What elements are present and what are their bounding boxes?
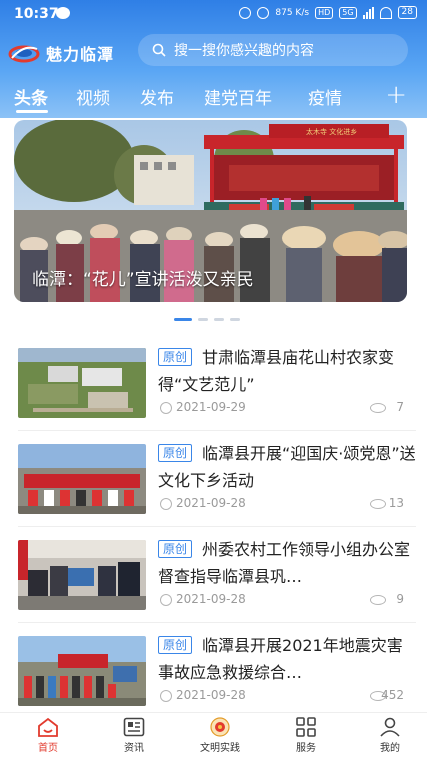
tab-publish[interactable]: 发布 bbox=[140, 84, 174, 109]
status-bar: 10:37 875 K/s HD 5G 28 bbox=[0, 0, 427, 30]
news-meta: 2021-09-28 452 bbox=[158, 688, 404, 704]
message-icon bbox=[56, 7, 70, 19]
mute-icon bbox=[257, 6, 270, 19]
search-bar[interactable]: 搜一搜你感兴趣的内容 bbox=[138, 34, 408, 66]
home-icon bbox=[37, 717, 59, 737]
divider bbox=[18, 622, 416, 623]
carousel-indicator bbox=[174, 318, 240, 321]
wifi-icon bbox=[379, 6, 392, 19]
nav-services-label: 服务 bbox=[296, 743, 316, 754]
headline-banner[interactable]: 太木寺 文化进乡 临潭：“花儿”宣讲活泼又亲民 bbox=[14, 120, 407, 302]
grid-icon bbox=[295, 717, 317, 737]
news-date: 2021-09-28 bbox=[176, 592, 246, 606]
views-icon bbox=[370, 403, 386, 413]
signal-icon bbox=[362, 6, 374, 19]
civilization-icon bbox=[209, 717, 231, 737]
news-item[interactable]: 原创 州委农村工作领导小组办公室督查指导临潭县巩… 2021-09-28 9 bbox=[0, 530, 427, 628]
nav-home[interactable]: 首页 bbox=[18, 717, 78, 754]
news-icon bbox=[123, 717, 145, 737]
add-tab-button[interactable]: + bbox=[385, 80, 407, 110]
tab-video[interactable]: 视频 bbox=[76, 84, 110, 109]
nav-profile-label: 我的 bbox=[380, 743, 400, 754]
nav-services[interactable]: 服务 bbox=[276, 717, 336, 754]
original-badge: 原创 bbox=[158, 636, 193, 654]
news-meta: 2021-09-28 13 bbox=[158, 496, 404, 512]
news-title: 原创 临潭县开展“迎国庆·颂党恩”送文化下乡活动 bbox=[158, 440, 416, 494]
nav-news[interactable]: 资讯 bbox=[104, 717, 164, 754]
news-thumbnail bbox=[18, 444, 146, 514]
news-title-text: 州委农村工作领导小组办公室督查指导临潭县巩… bbox=[158, 540, 411, 586]
news-title: 原创 临潭县开展2021年地震灾害事故应急救援综合… bbox=[158, 632, 416, 686]
nav-civilization[interactable]: 文明实践 bbox=[190, 717, 250, 754]
news-date: 2021-09-29 bbox=[176, 400, 246, 414]
app-name: 魅力临潭 bbox=[46, 45, 115, 64]
status-icons: 875 K/s HD 5G 28 bbox=[239, 6, 417, 19]
nav-profile[interactable]: 我的 bbox=[360, 717, 420, 754]
nav-civilization-label: 文明实践 bbox=[200, 743, 240, 754]
news-title-text: 临潭县开展2021年地震灾害事故应急救援综合… bbox=[158, 636, 403, 682]
clock-icon bbox=[160, 594, 172, 606]
news-meta: 2021-09-28 9 bbox=[158, 592, 404, 608]
news-views: 9 bbox=[396, 592, 404, 606]
tab-headline[interactable]: 头条 bbox=[14, 84, 48, 109]
search-icon bbox=[152, 43, 166, 57]
news-title-text: 甘肃临潭县庙花山村农家变得“文艺范儿” bbox=[158, 348, 395, 394]
divider bbox=[18, 526, 416, 527]
alarm-icon bbox=[239, 6, 252, 19]
nav-news-label: 资讯 bbox=[124, 743, 144, 754]
news-thumbnail bbox=[18, 636, 146, 706]
tab-party-centenary[interactable]: 建党百年 bbox=[204, 84, 272, 109]
carousel-dot[interactable] bbox=[198, 318, 208, 321]
category-tabs: 头条 视频 发布 建党百年 疫情 bbox=[0, 80, 427, 114]
signal-label: 5G bbox=[339, 6, 357, 19]
news-views: 452 bbox=[381, 688, 404, 702]
original-badge: 原创 bbox=[158, 348, 193, 366]
views-icon bbox=[370, 595, 386, 605]
banner-caption: 临潭：“花儿”宣讲活泼又亲民 bbox=[32, 270, 254, 290]
status-time: 10:37 bbox=[14, 6, 59, 22]
news-item[interactable]: 原创 甘肃临潭县庙花山村农家变得“文艺范儿” 2021-09-29 7 bbox=[0, 338, 427, 436]
stage-sign-text: 太木寺 文化进乡 bbox=[306, 127, 357, 136]
battery-icon: 28 bbox=[397, 6, 417, 19]
divider bbox=[18, 430, 416, 431]
news-item[interactable]: 原创 临潭县开展“迎国庆·颂党恩”送文化下乡活动 2021-09-28 13 bbox=[0, 434, 427, 532]
search-placeholder: 搜一搜你感兴趣的内容 bbox=[174, 43, 314, 59]
clock-icon bbox=[160, 498, 172, 510]
hd-badge: HD bbox=[315, 6, 334, 19]
news-title: 原创 甘肃临潭县庙花山村农家变得“文艺范儿” bbox=[158, 344, 416, 398]
news-views: 7 bbox=[396, 400, 404, 414]
original-badge: 原创 bbox=[158, 540, 193, 558]
clock-icon bbox=[160, 402, 172, 414]
news-meta: 2021-09-29 7 bbox=[158, 400, 404, 416]
news-views: 13 bbox=[388, 496, 404, 510]
tab-epidemic[interactable]: 疫情 bbox=[308, 84, 358, 109]
clock-icon bbox=[160, 690, 172, 702]
views-icon bbox=[370, 499, 386, 509]
nav-home-label: 首页 bbox=[38, 743, 58, 754]
brand[interactable]: 魅力临潭 bbox=[8, 38, 114, 68]
carousel-dot[interactable] bbox=[174, 318, 192, 321]
news-thumbnail bbox=[18, 540, 146, 610]
original-badge: 原创 bbox=[158, 444, 193, 462]
news-title-text: 临潭县开展“迎国庆·颂党恩”送文化下乡活动 bbox=[158, 444, 416, 490]
news-date: 2021-09-28 bbox=[176, 688, 246, 702]
carousel-dot[interactable] bbox=[230, 318, 240, 321]
news-item[interactable]: 原创 临潭县开展2021年地震灾害事故应急救援综合… 2021-09-28 452 bbox=[0, 626, 427, 724]
user-icon bbox=[379, 717, 401, 737]
app-logo-icon bbox=[8, 42, 40, 64]
news-thumbnail bbox=[18, 348, 146, 418]
carousel-dot[interactable] bbox=[214, 318, 224, 321]
news-date: 2021-09-28 bbox=[176, 496, 246, 510]
net-speed: 875 K/s bbox=[275, 7, 310, 18]
active-tab-indicator bbox=[16, 110, 48, 113]
news-title: 原创 州委农村工作领导小组办公室督查指导临潭县巩… bbox=[158, 536, 416, 590]
bottom-nav: 首页 资讯 文明实践 服务 我的 bbox=[0, 712, 427, 761]
app-header: 10:37 875 K/s HD 5G 28 魅力临潭 搜一搜你感兴趣的内容 头… bbox=[0, 0, 427, 118]
